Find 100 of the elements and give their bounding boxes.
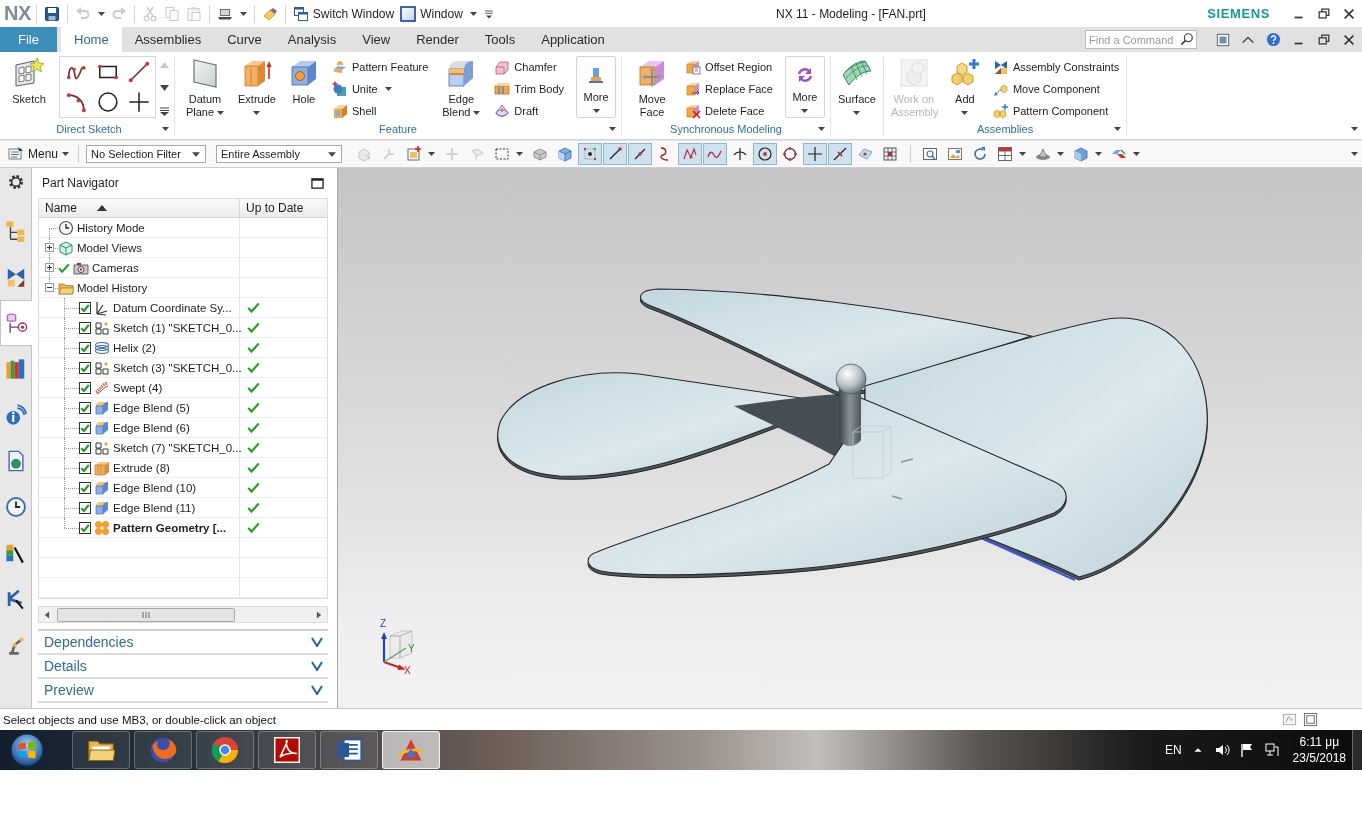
restore-icon[interactable] xyxy=(1317,32,1331,47)
tree-item[interactable]: Edge Blend (11) xyxy=(113,501,196,514)
plus-icon[interactable] xyxy=(127,91,150,113)
help-icon[interactable] xyxy=(1266,32,1281,47)
scroll-thumb[interactable] xyxy=(57,607,235,622)
eraser-icon[interactable] xyxy=(261,5,278,22)
caret-icon[interactable] xyxy=(1351,127,1358,131)
circle-icon[interactable] xyxy=(96,91,119,113)
pattern-component-button[interactable]: Pattern Component xyxy=(990,101,1122,121)
horizontal-scrollbar[interactable] xyxy=(38,606,328,623)
more-button[interactable]: More xyxy=(576,56,617,118)
caret-icon[interactable] xyxy=(1114,126,1122,131)
restore-icon[interactable] xyxy=(1317,6,1331,21)
ribbon-tab[interactable]: Assemblies xyxy=(121,27,215,52)
gallery-menu-icon[interactable] xyxy=(160,107,169,116)
collapse-icon[interactable] xyxy=(45,283,54,292)
taskbar-app-button[interactable] xyxy=(72,731,130,769)
ribbon-tab[interactable]: View xyxy=(349,27,404,52)
line-icon[interactable] xyxy=(127,61,150,83)
tool-button[interactable] xyxy=(578,143,603,165)
ribbon-tab[interactable]: Tools xyxy=(471,27,529,52)
selection-filter-dropdown[interactable]: No Selection Filter xyxy=(86,145,207,163)
unite-button[interactable]: Unite xyxy=(329,79,431,99)
tree-item[interactable]: Datum Coordinate Sy... xyxy=(113,301,232,314)
taskbar-app-button[interactable] xyxy=(382,731,440,769)
checkbox[interactable] xyxy=(79,361,91,374)
search-icon[interactable] xyxy=(1180,32,1194,46)
checkbox[interactable] xyxy=(79,381,91,394)
assembly-scope-dropdown[interactable]: Entire Assembly xyxy=(216,145,343,163)
tree-item[interactable]: Edge Blend (5) xyxy=(113,401,190,414)
window-frame-icon[interactable] xyxy=(1216,32,1230,47)
tree-item[interactable]: Extrude (8) xyxy=(113,461,170,474)
draft-button[interactable]: Draft xyxy=(492,101,567,121)
tree-item[interactable]: Model History xyxy=(77,281,148,294)
more-button[interactable]: More xyxy=(784,56,825,118)
scroll-left-icon[interactable] xyxy=(44,610,50,619)
file-menu-tab[interactable]: File xyxy=(0,27,57,52)
move-face-button[interactable]: Move Face xyxy=(627,56,678,120)
checkbox[interactable] xyxy=(79,321,91,334)
checkbox[interactable] xyxy=(79,421,91,434)
menu-button[interactable]: Menu xyxy=(6,146,72,162)
save-icon[interactable] xyxy=(43,5,60,22)
maximize-icon[interactable] xyxy=(311,176,324,190)
expand-icon[interactable] xyxy=(45,243,54,252)
customize-icon[interactable] xyxy=(482,7,495,20)
checkbox[interactable] xyxy=(79,521,91,534)
switch-window-button[interactable]: Switch Window xyxy=(292,5,395,22)
hole-button[interactable]: Hole xyxy=(283,56,324,107)
checkbox[interactable] xyxy=(79,481,91,494)
assembly-constraints-button[interactable]: Assembly Constraints xyxy=(990,57,1122,77)
caret-icon[interactable] xyxy=(609,126,617,131)
column-header[interactable]: Name xyxy=(39,199,240,217)
caret-icon[interactable] xyxy=(817,126,825,131)
add-component-button[interactable]: Add xyxy=(944,56,985,116)
tree-item[interactable]: Pattern Geometry [... xyxy=(113,521,227,534)
ribbon-tab[interactable]: Render xyxy=(403,27,472,52)
tool-button[interactable] xyxy=(828,143,853,165)
datum-plane-button[interactable]: Datum Plane xyxy=(180,56,230,120)
tool-button[interactable] xyxy=(753,143,778,165)
flag-icon[interactable] xyxy=(1238,742,1255,758)
clock-time[interactable]: 6:11 μμ xyxy=(1299,734,1340,750)
search-field[interactable]: Find a Command xyxy=(1085,30,1197,49)
language-indicator[interactable]: EN xyxy=(1164,743,1182,757)
show-desktop-button[interactable] xyxy=(1352,730,1362,770)
tree-item[interactable]: History Mode xyxy=(77,221,145,234)
trim-body-button[interactable]: Trim Body xyxy=(492,79,567,99)
resource-tab[interactable] xyxy=(0,300,32,346)
offset-region-button[interactable]: Offset Region xyxy=(683,57,775,77)
shell-button[interactable]: Shell xyxy=(329,101,431,121)
ribbon-tab[interactable]: Curve xyxy=(214,27,275,52)
sketch-button[interactable]: Sketch xyxy=(9,56,49,107)
checkbox[interactable] xyxy=(79,441,91,454)
close-icon[interactable] xyxy=(1342,6,1356,21)
ribbon-tab[interactable]: Analysis xyxy=(274,27,350,52)
tree-item[interactable]: Model Views xyxy=(77,241,142,254)
tree-item[interactable]: Sketch (3) "SKETCH_0... xyxy=(113,361,242,374)
checkbox[interactable] xyxy=(79,461,91,474)
edge-blend-button[interactable]: Edge Blend xyxy=(436,56,487,120)
checkbox[interactable] xyxy=(79,301,91,314)
panel-header[interactable]: Dependencies xyxy=(38,631,328,655)
panel-header[interactable]: Preview xyxy=(38,679,328,703)
move-component-button[interactable]: Move Component xyxy=(990,79,1122,99)
ribbon-tab[interactable]: Home xyxy=(61,27,122,52)
taskbar-app-button[interactable] xyxy=(320,731,378,769)
tree-item[interactable]: Sketch (7) "SKETCH_0... xyxy=(113,441,242,454)
chamfer-button[interactable]: Chamfer xyxy=(492,57,567,77)
replace-face-button[interactable]: Replace Face xyxy=(683,79,775,99)
scroll-right-icon[interactable] xyxy=(316,610,322,619)
tree-item[interactable]: Swept (4) xyxy=(113,381,163,394)
panel-header[interactable]: Details xyxy=(38,655,328,679)
speaker-icon[interactable] xyxy=(1213,742,1230,758)
tree-item[interactable]: Edge Blend (6) xyxy=(113,421,190,434)
extrude-button[interactable]: Extrude xyxy=(236,56,278,116)
taskbar-app-button[interactable] xyxy=(196,731,254,769)
scroll-down-icon[interactable] xyxy=(160,84,169,91)
pattern-feature-button[interactable]: Pattern Feature xyxy=(329,57,431,77)
column-header[interactable]: Up to Date xyxy=(240,199,304,217)
tree-item[interactable]: Edge Blend (10) xyxy=(113,481,197,494)
caret-icon[interactable] xyxy=(239,11,247,16)
window-button[interactable]: Window xyxy=(400,5,477,22)
